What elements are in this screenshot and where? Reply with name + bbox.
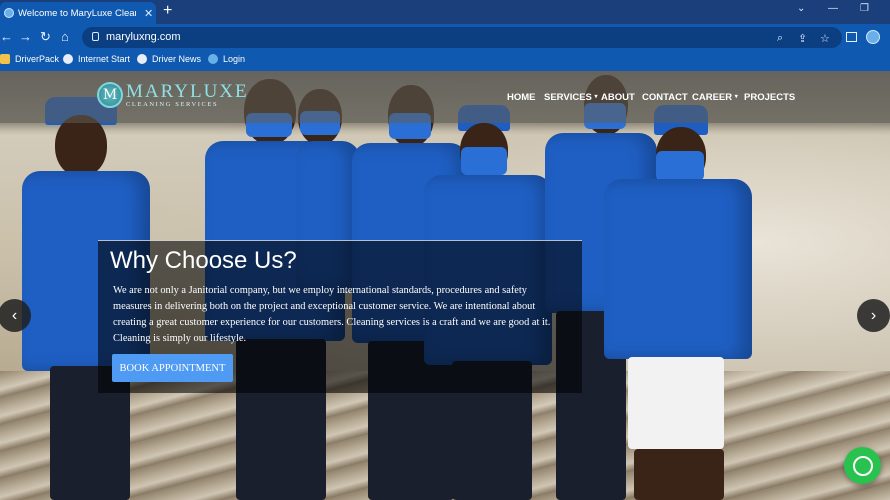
nav-about[interactable]: ABOUT [601,92,635,103]
tab-search-icon[interactable]: ⌄ [797,3,805,14]
chevron-down-icon: ▾ [734,94,738,100]
reload-icon[interactable]: ↻ [40,29,51,45]
bookmark-star-icon[interactable]: ☆ [820,32,830,45]
bookmark-label: Driver News [152,54,202,64]
forward-icon[interactable]: → [19,29,32,44]
slider-next-button[interactable]: › [857,299,890,332]
profile-avatar-icon[interactable] [866,30,880,44]
bookmark-label: DriverPack [15,54,60,64]
lock-icon [92,32,99,41]
hero-caption-box: Why Choose Us? We are not only a Janitor… [98,240,582,393]
chevron-down-icon: ▾ [594,94,598,100]
tab-title: Welcome to MaryLuxe Cleaning [18,7,136,19]
logo-tagline: CLEANING SERVICES [126,100,219,108]
nav-services[interactable]: SERVICES ▾ [544,92,598,103]
site-icon [208,54,218,64]
nav-contact[interactable]: CONTACT [642,92,688,103]
bookmark-internet-start[interactable]: Internet Start [63,54,130,64]
site-favicon-icon [4,8,14,18]
bookmark-driverpack[interactable]: DriverPack [0,54,59,64]
driverpack-icon [0,54,10,64]
bookmark-login[interactable]: Login [208,54,245,64]
nav-career[interactable]: CAREER ▾ [692,92,738,103]
url-text: maryluxng.com [106,31,181,43]
whatsapp-chat-button[interactable] [844,447,881,484]
address-toolbar: ← → ↻ ⌂ maryluxng.com ⌕ ⇪ ☆ [0,24,890,51]
globe-icon [137,54,147,64]
restore-button[interactable]: ❐ [860,3,869,14]
nav-career-label: CAREER [692,92,733,103]
bookmarks-bar: DriverPack Internet Start Driver News Lo… [0,51,890,71]
minimize-button[interactable]: — [828,3,838,14]
share-icon[interactable]: ⇪ [798,32,807,45]
hero-title: Why Choose Us? [110,247,297,274]
nav-home[interactable]: HOME [507,92,536,103]
browser-tab[interactable]: Welcome to MaryLuxe Cleaning ✕ [0,2,156,24]
back-icon[interactable]: ← [0,29,13,44]
logo-name: MARYLUXE [126,80,249,102]
whatsapp-icon [852,455,873,476]
site-logo[interactable]: M MARYLUXE CLEANING SERVICES [97,82,249,108]
address-field[interactable]: maryluxng.com ⌕ ⇪ ☆ [82,27,842,48]
new-tab-button[interactable]: + [163,2,172,20]
nav-projects[interactable]: PROJECTS [744,92,795,103]
tab-close-icon[interactable]: ✕ [144,7,153,20]
home-icon[interactable]: ⌂ [61,29,69,44]
bookmark-label: Login [223,54,246,64]
nav-services-label: SERVICES [544,92,592,103]
side-panel-icon[interactable] [846,32,857,42]
logo-emblem-icon: M [97,82,123,108]
hero-section: M MARYLUXE CLEANING SERVICES HOME SERVIC… [0,71,890,500]
book-appointment-button[interactable]: BOOK APPOINTMENT [112,354,233,382]
bookmark-driver-news[interactable]: Driver News [137,54,201,64]
browser-tab-strip: Welcome to MaryLuxe Cleaning ✕ + ⌄ — ❐ [0,0,890,24]
zoom-icon[interactable]: ⌕ [777,32,783,45]
globe-icon [63,54,73,64]
hero-description: We are not only a Janitorial company, bu… [113,285,551,344]
bookmark-label: Internet Start [78,54,131,64]
